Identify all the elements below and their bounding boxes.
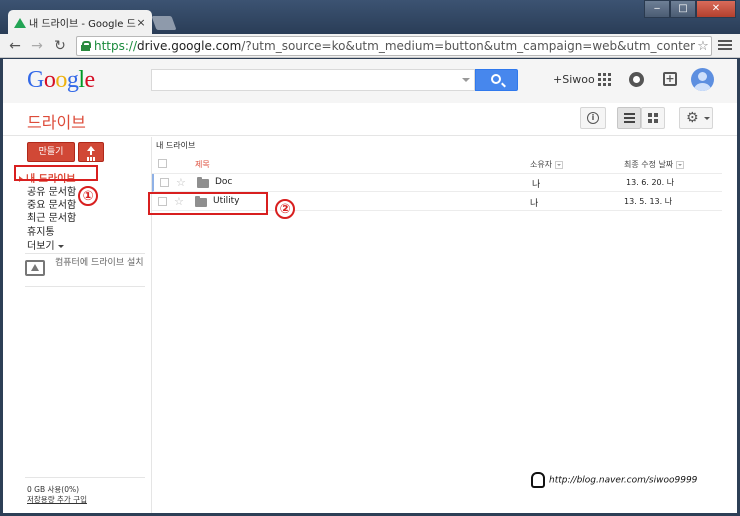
close-window-button[interactable]: ✕ <box>696 0 736 18</box>
forward-arrow-icon[interactable]: → <box>28 37 46 55</box>
file-modified: 13. 6. 20. 나 <box>626 178 675 187</box>
column-modified[interactable]: 최종 수정 날짜 <box>624 159 685 170</box>
user-profile-link[interactable]: +Siwoo <box>553 73 595 86</box>
address-bar[interactable]: https://drive.google.com/?utm_source=ko&… <box>76 36 712 56</box>
back-arrow-icon[interactable]: ← <box>6 37 24 55</box>
reload-icon[interactable]: ↻ <box>51 37 69 55</box>
logo-letter: e <box>84 67 96 93</box>
file-name[interactable]: Doc <box>215 177 232 187</box>
notifications-bell-icon[interactable] <box>629 72 644 87</box>
buy-storage-link[interactable]: 저장용량 추가 구입 <box>27 495 87 505</box>
google-bar: Google +Siwoo + <box>3 59 737 103</box>
annotation-number-2: ② <box>275 199 295 219</box>
gear-icon: ⚙ <box>686 110 699 126</box>
apps-grid-icon[interactable] <box>598 73 611 86</box>
select-all-checkbox[interactable] <box>158 159 167 168</box>
logo-letter: o <box>55 67 67 93</box>
annotation-box-utility <box>148 192 268 215</box>
left-navigation: 만들기 내 드라이브 공유 문서함 중요 문서함 최근 문서함 휴지통 더보기 … <box>3 137 151 513</box>
avatar[interactable] <box>691 68 714 91</box>
search-icon <box>491 74 501 84</box>
share-plus-icon[interactable]: + <box>663 72 677 86</box>
minimize-button[interactable]: ‒ <box>644 0 670 18</box>
upload-button[interactable] <box>78 142 104 162</box>
cat-logo-icon <box>531 472 545 488</box>
logo-letter: g <box>66 67 79 93</box>
file-owner: 나 <box>532 180 541 190</box>
sidebar-item-more[interactable]: 더보기 <box>27 237 64 252</box>
column-owner[interactable]: 소유자 <box>530 159 564 170</box>
blog-watermark: http://blog.naver.com/siwoo9999 <box>531 472 697 488</box>
search-button[interactable] <box>475 69 518 91</box>
sidebar-item-trash[interactable]: 휴지통 <box>27 223 55 238</box>
file-list-header: 제목 소유자 최종 수정 날짜 <box>152 154 722 174</box>
list-view-button[interactable] <box>617 107 641 129</box>
install-drive-link[interactable]: 컴퓨터에 드라이브 설치 <box>25 258 145 284</box>
table-row[interactable]: ☆ Doc 나 13. 6. 20. 나 <box>152 174 722 192</box>
row-checkbox[interactable] <box>160 178 169 187</box>
logo-letter: G <box>27 67 44 93</box>
sort-menu-icon[interactable] <box>676 160 685 169</box>
install-drive-label: 컴퓨터에 드라이브 설치 <box>55 258 144 268</box>
bookmark-star-icon[interactable]: ☆ <box>695 39 711 54</box>
divider <box>25 286 145 287</box>
lock-icon <box>81 41 91 51</box>
annotation-box-my-drive <box>14 165 98 181</box>
details-button[interactable]: i <box>580 107 606 129</box>
computer-drive-icon <box>25 260 45 276</box>
google-logo[interactable]: Google <box>27 67 95 94</box>
page-title: 드라이브 <box>27 113 86 132</box>
storage-used-text: 0 GB 사용(0%) <box>27 485 80 494</box>
url-text: https://drive.google.com/?utm_source=ko&… <box>94 39 695 53</box>
folder-icon <box>197 177 209 188</box>
browser-toolbar: ← → ↻ https://drive.google.com/?utm_sour… <box>0 34 740 58</box>
grid-view-button[interactable] <box>641 107 665 129</box>
browser-window: 내 드라이브 - Google 드 × ‒ □ ✕ ← → ↻ https://… <box>0 0 740 516</box>
chevron-down-icon <box>57 244 64 248</box>
create-button[interactable]: 만들기 <box>27 142 75 162</box>
storage-info: 0 GB 사용(0%) 저장용량 추가 구입 <box>27 485 87 505</box>
search-input[interactable] <box>151 69 475 91</box>
sidebar-item-recent[interactable]: 최근 문서함 <box>27 209 76 224</box>
tab-title: 내 드라이브 - Google 드 <box>29 18 136 30</box>
page-viewport: Google +Siwoo + 드라이브 i ⚙ 만들기 내 드라이브 공유 문… <box>3 59 737 513</box>
sort-menu-icon[interactable] <box>555 160 564 169</box>
new-tab-button[interactable] <box>151 16 177 30</box>
search-options-chevron-icon[interactable] <box>462 78 470 82</box>
title-bar: 내 드라이브 - Google 드 × ‒ □ ✕ <box>0 0 740 34</box>
file-modified: 13. 5. 13. 나 <box>624 197 673 206</box>
settings-button[interactable]: ⚙ <box>679 107 713 129</box>
divider <box>25 477 145 478</box>
drive-favicon-icon <box>14 17 26 28</box>
window-controls: ‒ □ ✕ <box>644 0 736 18</box>
breadcrumb: 내 드라이브 <box>156 141 196 150</box>
chevron-down-icon <box>704 117 710 120</box>
drive-header: 드라이브 i ⚙ <box>3 103 737 136</box>
close-tab-icon[interactable]: × <box>136 16 146 29</box>
divider <box>25 253 145 254</box>
star-icon[interactable]: ☆ <box>176 176 186 189</box>
column-title[interactable]: 제목 <box>195 159 210 170</box>
file-owner: 나 <box>530 199 539 209</box>
browser-tab[interactable]: 내 드라이브 - Google 드 × <box>8 10 152 34</box>
chrome-menu-icon[interactable] <box>718 38 732 54</box>
info-icon: i <box>587 112 599 124</box>
maximize-button[interactable]: □ <box>670 0 696 18</box>
logo-letter: o <box>43 67 56 93</box>
annotation-number-1: ① <box>78 186 98 206</box>
